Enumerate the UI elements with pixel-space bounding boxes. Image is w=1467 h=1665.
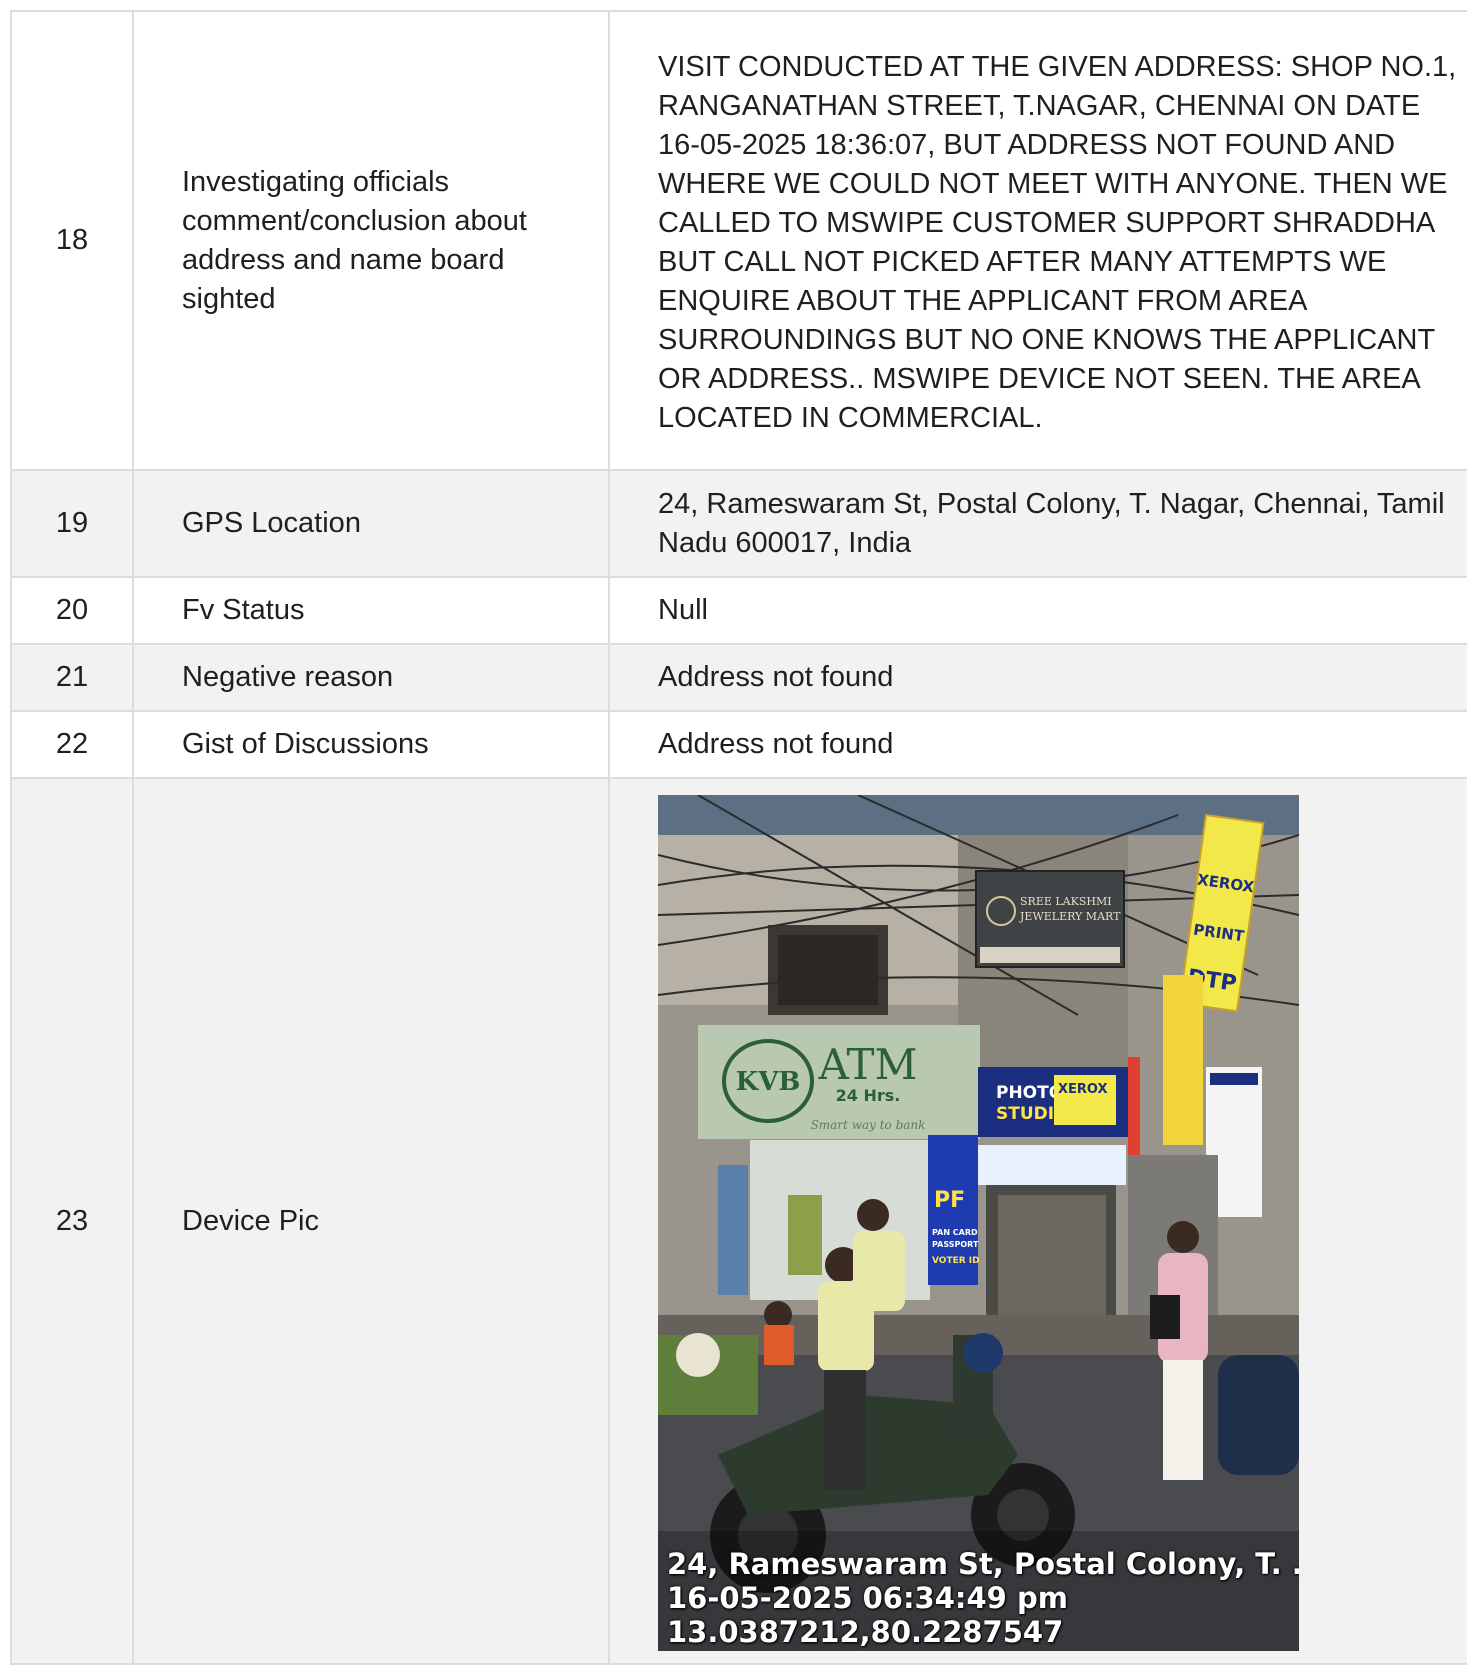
table-row: 20 Fv Status Null [10, 576, 1467, 645]
row-number: 23 [10, 777, 134, 1665]
table-row: 21 Negative reason Address not found [10, 643, 1467, 712]
xerox-sign-text: XEROX [1058, 1082, 1108, 1097]
photo-caption-address: 24, Rameswaram St, Postal Colony, T. ... [667, 1547, 1299, 1581]
row-label: GPS Location [132, 469, 610, 578]
row-value: Address not found [608, 710, 1467, 779]
row-number: 18 [10, 10, 134, 471]
photo-sign-text: PHOTO [996, 1083, 1063, 1103]
row-number: 20 [10, 576, 134, 645]
atm-sign-text: ATM [817, 1040, 917, 1089]
table-row: 22 Gist of Discussions Address not found [10, 710, 1467, 779]
street-scene-illustration: SREE LAKSHMI JEWELERY MART KVB ATM 24 Hr… [658, 795, 1299, 1651]
row-value: Null [608, 576, 1467, 645]
row-label: Device Pic [132, 777, 610, 1665]
pf-sign-text: PF [934, 1188, 965, 1213]
jewelers-sign-line2: JEWELERY MART [1019, 910, 1121, 923]
bank-tagline-text: Smart way to bank [811, 1118, 926, 1132]
row-value: 24, Rameswaram St, Postal Colony, T. Nag… [608, 469, 1467, 578]
table-row: 19 GPS Location 24, Rameswaram St, Posta… [10, 469, 1467, 578]
atm-hours-text: 24 Hrs. [836, 1086, 901, 1105]
voter-id-sign-text: VOTER ID [932, 1256, 980, 1266]
row-number: 19 [10, 469, 134, 578]
atm-machine [788, 1195, 822, 1275]
row-value: Address not found [608, 643, 1467, 712]
photo-geotag-caption: 24, Rameswaram St, Postal Colony, T. ...… [667, 1547, 1299, 1649]
row-label: Negative reason [132, 643, 610, 712]
jewelers-sign-line1: SREE LAKSHMI [1020, 895, 1112, 908]
row-number: 22 [10, 710, 134, 779]
row-label: Fv Status [132, 576, 610, 645]
row-label: Investigating officials comment/conclusi… [132, 10, 610, 471]
row-number: 21 [10, 643, 134, 712]
row-label: Gist of Discussions [132, 710, 610, 779]
row-value: VISIT CONDUCTED AT THE GIVEN ADDRESS: SH… [608, 10, 1467, 471]
table-row: 18 Investigating officials comment/concl… [10, 10, 1467, 471]
photo-caption-timestamp: 16-05-2025 06:34:49 pm [667, 1581, 1068, 1615]
table-row: 23 Device Pic SREE LAKSHMI JEWELERY MART… [10, 777, 1467, 1665]
device-photo: SREE LAKSHMI JEWELERY MART KVB ATM 24 Hr… [658, 795, 1299, 1651]
passport-sign-text: PASSPORT [932, 1240, 979, 1249]
verification-report-table: 18 Investigating officials comment/concl… [10, 10, 1467, 1665]
row-value-photo: SREE LAKSHMI JEWELERY MART KVB ATM 24 Hr… [608, 777, 1467, 1665]
pan-card-sign-text: PAN CARD [932, 1228, 978, 1237]
photo-caption-coordinates: 13.0387212,80.2287547 [667, 1615, 1064, 1649]
bank-logo-text: KVB [736, 1067, 801, 1097]
